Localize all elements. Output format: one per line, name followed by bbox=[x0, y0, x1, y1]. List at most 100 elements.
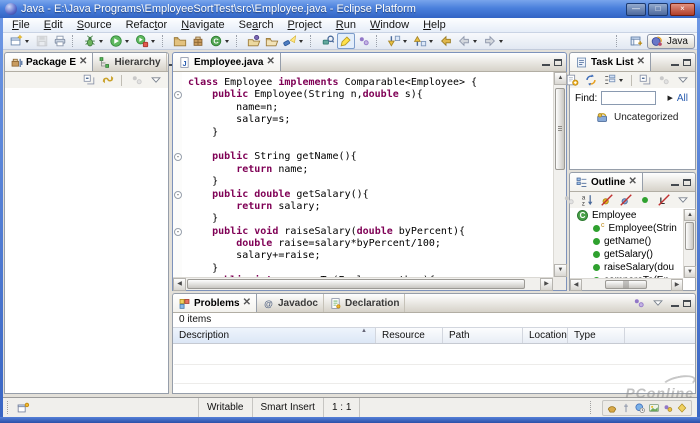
maximize-button[interactable]: □ bbox=[648, 3, 668, 16]
view-menu-button[interactable] bbox=[674, 193, 692, 208]
column-header-path[interactable]: Path bbox=[443, 328, 523, 343]
dim-dots-button[interactable] bbox=[655, 73, 673, 88]
clock-status-button[interactable] bbox=[634, 402, 646, 414]
dropdown-arrow-icon[interactable] bbox=[25, 40, 29, 43]
close-tab-icon[interactable]: ✕ bbox=[243, 298, 251, 308]
expand-find-icon[interactable]: ▶ bbox=[667, 94, 672, 102]
dropdown-arrow-icon[interactable] bbox=[151, 40, 155, 43]
dropdown-arrow-icon[interactable] bbox=[125, 40, 129, 43]
last-edit-location-button[interactable] bbox=[437, 33, 455, 49]
debug-button[interactable] bbox=[81, 33, 107, 49]
outline-item-getsalary-[interactable]: getSalary() bbox=[571, 248, 683, 261]
java-perspective-button[interactable]: Java bbox=[647, 34, 695, 49]
eclipse-app-icon[interactable] bbox=[5, 3, 17, 15]
dropdown-arrow-icon[interactable] bbox=[225, 40, 229, 43]
outline-item-getname-[interactable]: getName() bbox=[571, 235, 683, 248]
column-header-type[interactable]: Type bbox=[568, 328, 625, 343]
maximize-view-icon[interactable] bbox=[683, 59, 691, 66]
menu-refactor[interactable]: Refactor bbox=[119, 18, 175, 32]
outline-item-employee-strin[interactable]: cEmployee(Strin bbox=[571, 222, 683, 235]
outline-item-raisesalary-dou[interactable]: raiseSalary(dou bbox=[571, 261, 683, 274]
dropdown-arrow-icon[interactable] bbox=[99, 40, 103, 43]
menu-file[interactable]: File bbox=[5, 18, 37, 32]
menu-search[interactable]: Search bbox=[232, 18, 281, 32]
outline-horizontal-scrollbar[interactable]: ◀ ▶ bbox=[570, 278, 683, 290]
next-annotation-button[interactable] bbox=[385, 33, 411, 49]
prev-annotation-button[interactable] bbox=[411, 33, 437, 49]
close-tab-icon[interactable]: ✕ bbox=[637, 57, 645, 67]
annotations-button[interactable] bbox=[630, 295, 648, 311]
menu-source[interactable]: Source bbox=[70, 18, 119, 32]
dropdown-arrow-icon[interactable] bbox=[299, 40, 303, 43]
tab-employee-java[interactable]: JEmployee.java✕ bbox=[173, 53, 281, 71]
minimize-view-icon[interactable] bbox=[671, 59, 679, 66]
maximize-view-icon[interactable] bbox=[554, 59, 562, 66]
badge-status-button[interactable] bbox=[662, 402, 674, 414]
dropdown-arrow-icon[interactable] bbox=[619, 79, 623, 82]
close-tab-icon[interactable]: ✕ bbox=[266, 57, 274, 67]
find-input[interactable] bbox=[601, 91, 656, 105]
scrollbar-thumb[interactable] bbox=[187, 279, 525, 289]
outline-item-employee[interactable]: CEmployee bbox=[571, 209, 683, 222]
pin-status-button[interactable] bbox=[620, 402, 632, 414]
new-class-button[interactable]: C bbox=[207, 33, 233, 49]
collapse-all-button[interactable] bbox=[636, 73, 654, 88]
minimize-view-icon[interactable] bbox=[542, 59, 550, 66]
mark-occurrences-button[interactable] bbox=[337, 33, 355, 49]
forward-button[interactable] bbox=[481, 33, 507, 49]
back-button[interactable] bbox=[455, 33, 481, 49]
dropdown-arrow-icon[interactable] bbox=[473, 40, 477, 43]
scrollbar-thumb[interactable] bbox=[605, 280, 647, 289]
package-explorer-content[interactable] bbox=[6, 88, 167, 392]
view-menu-button[interactable] bbox=[649, 295, 667, 311]
tree-mode-button[interactable] bbox=[601, 73, 627, 88]
scroll-down-icon[interactable]: ▼ bbox=[684, 266, 696, 278]
maximize-view-icon[interactable] bbox=[683, 179, 691, 186]
hand-status-button[interactable] bbox=[606, 402, 618, 414]
open-resource-button[interactable] bbox=[263, 33, 281, 49]
run-button[interactable] bbox=[107, 33, 133, 49]
scroll-left-icon[interactable]: ◀ bbox=[173, 278, 186, 291]
tab-problems[interactable]: Problems✕ bbox=[173, 294, 257, 312]
view-menu-button[interactable] bbox=[674, 73, 692, 88]
sync-task-button[interactable] bbox=[582, 73, 600, 88]
menu-run[interactable]: Run bbox=[329, 18, 363, 32]
fold-margin[interactable]: ----- bbox=[173, 72, 182, 277]
menu-window[interactable]: Window bbox=[363, 18, 416, 32]
outline-vertical-scrollbar[interactable]: ▲ ▼ bbox=[683, 209, 695, 278]
close-tab-icon[interactable]: ✕ bbox=[79, 57, 87, 67]
scrollbar-thumb[interactable] bbox=[555, 88, 565, 170]
menu-help[interactable]: Help bbox=[416, 18, 453, 32]
problems-table-body[interactable] bbox=[174, 346, 694, 392]
dropdown-arrow-icon[interactable] bbox=[403, 40, 407, 43]
editor-horizontal-scrollbar[interactable]: ◀ ▶ bbox=[173, 277, 553, 290]
show-public-button[interactable] bbox=[636, 193, 654, 208]
tab-outline[interactable]: Outline✕ bbox=[570, 173, 643, 191]
hide-local-button[interactable]: L bbox=[655, 193, 673, 208]
dropdown-arrow-icon[interactable] bbox=[429, 40, 433, 43]
scroll-right-icon[interactable]: ▶ bbox=[540, 278, 553, 291]
view-menu-button[interactable] bbox=[147, 73, 165, 88]
close-button[interactable]: × bbox=[670, 3, 695, 16]
tab-javadoc[interactable]: @Javadoc bbox=[257, 294, 324, 312]
annotations-button[interactable] bbox=[355, 33, 373, 49]
column-header-resource[interactable]: Resource bbox=[376, 328, 443, 343]
save-button[interactable] bbox=[33, 33, 51, 49]
editor-vertical-scrollbar[interactable]: ▲ ▼ bbox=[553, 72, 566, 277]
close-tab-icon[interactable]: ✕ bbox=[628, 177, 636, 187]
new-wizard-button[interactable] bbox=[7, 33, 33, 49]
fold-marker-icon[interactable]: - bbox=[174, 191, 182, 199]
task-category-row[interactable]: Uncategorized bbox=[570, 108, 695, 124]
diamond-status-button[interactable] bbox=[676, 402, 688, 414]
new-package-button[interactable] bbox=[189, 33, 207, 49]
new-task-button[interactable] bbox=[563, 73, 581, 88]
tab-task-list[interactable]: Task List✕ bbox=[570, 53, 651, 71]
all-link[interactable]: All bbox=[677, 93, 688, 104]
maximize-view-icon[interactable] bbox=[683, 300, 691, 307]
minimize-view-icon[interactable] bbox=[671, 300, 679, 307]
tab-hierarchy[interactable]: Hierarchy bbox=[93, 53, 166, 71]
menu-navigate[interactable]: Navigate bbox=[174, 18, 231, 32]
search-button[interactable] bbox=[281, 33, 307, 49]
hide-fields-button[interactable] bbox=[598, 193, 616, 208]
dim-dots-button[interactable] bbox=[560, 193, 578, 208]
